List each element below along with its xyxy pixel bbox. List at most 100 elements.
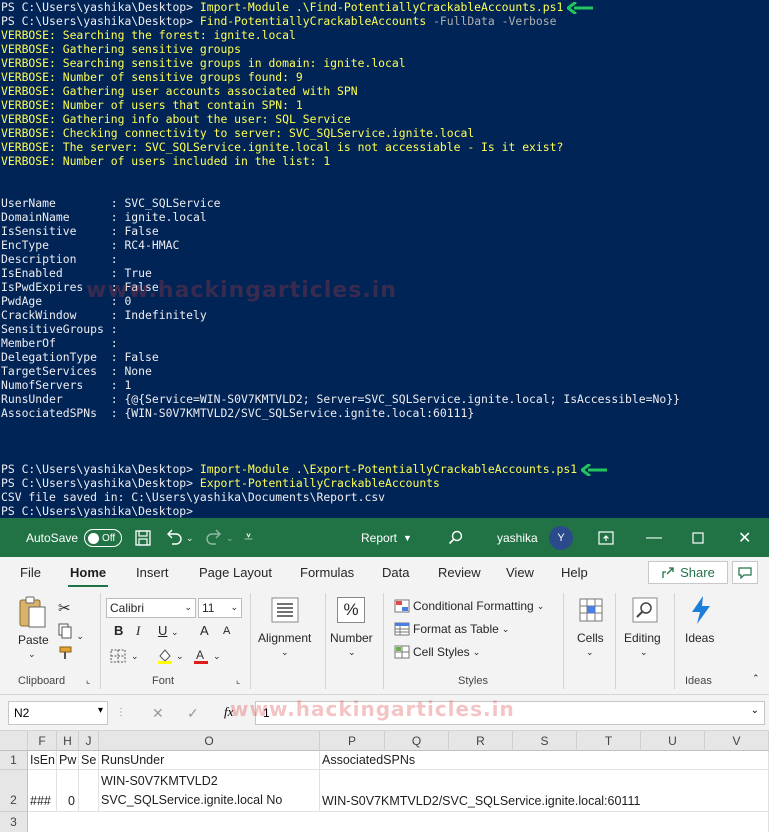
number-format-icon[interactable]: % xyxy=(337,597,365,623)
dialog-launcher-icon[interactable]: ⌞ xyxy=(86,675,90,686)
cell-O1[interactable]: RunsUnder xyxy=(99,751,320,770)
tab-home[interactable]: Home xyxy=(67,565,109,588)
column-header-T[interactable]: T xyxy=(577,731,641,751)
copy-icon[interactable]: ⌄ xyxy=(57,623,84,642)
more-options-icon[interactable]: ⋮ xyxy=(116,707,127,718)
enter-icon[interactable]: ✓ xyxy=(187,705,199,722)
borders-icon[interactable] xyxy=(110,649,126,666)
cell-P1[interactable]: AssociatedSPNs xyxy=(320,751,769,770)
tab-help[interactable]: Help xyxy=(561,565,588,580)
search-icon[interactable] xyxy=(448,519,464,557)
cell-P2[interactable]: WIN-S0V7KMTVLD2/SVC_SQLService.ignite.lo… xyxy=(320,770,769,812)
user-account[interactable]: Y xyxy=(549,519,573,557)
select-all-corner[interactable] xyxy=(0,731,28,751)
tab-data[interactable]: Data xyxy=(382,565,409,580)
column-header-R[interactable]: R xyxy=(449,731,513,751)
tab-review[interactable]: Review xyxy=(438,565,481,580)
close-icon[interactable]: ✕ xyxy=(738,519,751,557)
column-header-P[interactable]: P xyxy=(320,731,385,751)
chevron-down-icon[interactable]: ⌄ xyxy=(586,647,594,658)
column-header-S[interactable]: S xyxy=(513,731,577,751)
cell-F2[interactable]: ### xyxy=(28,770,57,812)
row-3-cells[interactable] xyxy=(28,812,769,832)
cell-O2-line2: SVC_SQLService.ignite.local No xyxy=(101,793,283,807)
share-button[interactable]: Share xyxy=(648,561,728,584)
chevron-down-icon[interactable]: ⌄ xyxy=(213,651,221,662)
font-size-dropdown[interactable]: 11 ⌄ xyxy=(198,598,242,618)
chevron-down-icon[interactable]: ⌄ xyxy=(28,649,36,660)
chevron-down-icon[interactable]: ⌄ xyxy=(131,651,139,662)
name-box[interactable]: N2 ▾ xyxy=(8,701,108,725)
cell-F1[interactable]: IsEn xyxy=(28,751,57,770)
row-header-3[interactable]: 3 xyxy=(0,812,28,832)
divider xyxy=(250,593,251,689)
tab-insert[interactable]: Insert xyxy=(136,565,169,580)
cell-O2[interactable]: WIN-S0V7KMTVLD2 SVC_SQLService.ignite.lo… xyxy=(99,770,320,812)
chevron-down-icon[interactable]: ⌄ xyxy=(171,627,179,638)
font-size-value: 11 xyxy=(202,601,215,615)
underline-button[interactable]: U xyxy=(158,623,167,638)
fill-color-icon[interactable] xyxy=(156,647,174,668)
cell-H1[interactable]: Pw xyxy=(57,751,79,770)
row-header-1[interactable]: 1 xyxy=(0,751,28,770)
grow-font-button[interactable]: A xyxy=(200,623,209,638)
row-header-2[interactable]: 2 xyxy=(0,770,28,812)
cell-J2[interactable] xyxy=(79,770,99,812)
undo-icon[interactable]: ⌄ xyxy=(164,519,194,557)
powershell-console[interactable]: PS C:\Users\yashika\Desktop> Import-Modu… xyxy=(0,0,769,518)
worksheet-grid[interactable]: F H J O P Q R S T U V 1 2 3 IsEn Pw Se R… xyxy=(0,697,769,832)
alignment-icon[interactable] xyxy=(271,597,299,626)
more-commands-icon[interactable]: ⩡ xyxy=(244,519,253,557)
cell-H2[interactable]: 0 xyxy=(57,770,79,812)
dialog-launcher-icon[interactable]: ⌞ xyxy=(236,675,240,686)
chevron-up-icon[interactable]: ⌃ xyxy=(752,673,760,684)
column-header-U[interactable]: U xyxy=(641,731,705,751)
comments-button[interactable] xyxy=(732,561,758,584)
autosave-control[interactable]: AutoSave Off xyxy=(26,519,123,557)
paste-button[interactable] xyxy=(16,595,48,632)
ribbon-display-icon[interactable] xyxy=(598,519,614,557)
tab-view[interactable]: View xyxy=(506,565,534,580)
column-header-V[interactable]: V xyxy=(705,731,769,751)
font-name-dropdown[interactable]: Calibri ⌄ xyxy=(106,598,196,618)
tab-formulas[interactable]: Formulas xyxy=(300,565,354,580)
save-icon[interactable] xyxy=(134,519,152,557)
column-header-F[interactable]: F xyxy=(28,731,57,751)
cut-icon[interactable]: ✂ xyxy=(58,599,71,617)
format-painter-icon[interactable] xyxy=(57,645,73,664)
command-params: -FullData -Verbose xyxy=(426,14,557,28)
font-color-icon[interactable]: A xyxy=(193,647,209,668)
format-as-table-button[interactable]: Format as Table ⌄ xyxy=(394,622,509,636)
conditional-formatting-button[interactable]: Conditional Formatting ⌄ xyxy=(394,599,544,613)
column-header-H[interactable]: H xyxy=(57,731,79,751)
chevron-down-icon[interactable]: ⌄ xyxy=(640,647,648,658)
maximize-icon[interactable] xyxy=(692,519,704,557)
cancel-icon[interactable]: ✕ xyxy=(152,705,164,722)
property-line: DelegationType : False xyxy=(1,350,159,364)
column-header-Q[interactable]: Q xyxy=(385,731,449,751)
cell-styles-button[interactable]: Cell Styles ⌄ xyxy=(394,645,480,659)
document-title[interactable]: Report ▼ xyxy=(361,519,412,557)
shrink-font-button[interactable]: A xyxy=(223,625,230,637)
ideas-icon[interactable] xyxy=(689,595,713,628)
editing-icon[interactable] xyxy=(632,597,658,626)
bold-button[interactable]: B xyxy=(114,623,123,638)
formula-input[interactable]: 1 ⌄ xyxy=(255,701,765,725)
autosave-toggle[interactable]: Off xyxy=(84,529,123,547)
chevron-down-icon[interactable]: ⌄ xyxy=(348,647,356,658)
cell-J1[interactable]: Se xyxy=(79,751,99,770)
tab-file[interactable]: File xyxy=(20,565,41,580)
insert-function-icon[interactable]: fx xyxy=(224,704,233,720)
chevron-down-icon[interactable]: ⌄ xyxy=(281,647,289,658)
column-header-J[interactable]: J xyxy=(79,731,99,751)
cells-icon[interactable] xyxy=(578,597,604,626)
minimize-icon[interactable]: — xyxy=(646,519,662,557)
chevron-down-icon[interactable]: ⌄ xyxy=(176,651,184,662)
excel-window[interactable]: AutoSave Off ⌄ ⌄ ⩡ Report ▼ yashika Y — xyxy=(0,518,769,832)
column-header-O[interactable]: O xyxy=(99,731,320,751)
tab-page-layout[interactable]: Page Layout xyxy=(199,565,272,580)
verbose-line: VERBOSE: Searching sensitive groups in d… xyxy=(1,56,406,70)
italic-button[interactable]: I xyxy=(136,623,140,639)
property-line: NumofServers : 1 xyxy=(1,378,132,392)
redo-icon[interactable]: ⌄ xyxy=(204,519,234,557)
